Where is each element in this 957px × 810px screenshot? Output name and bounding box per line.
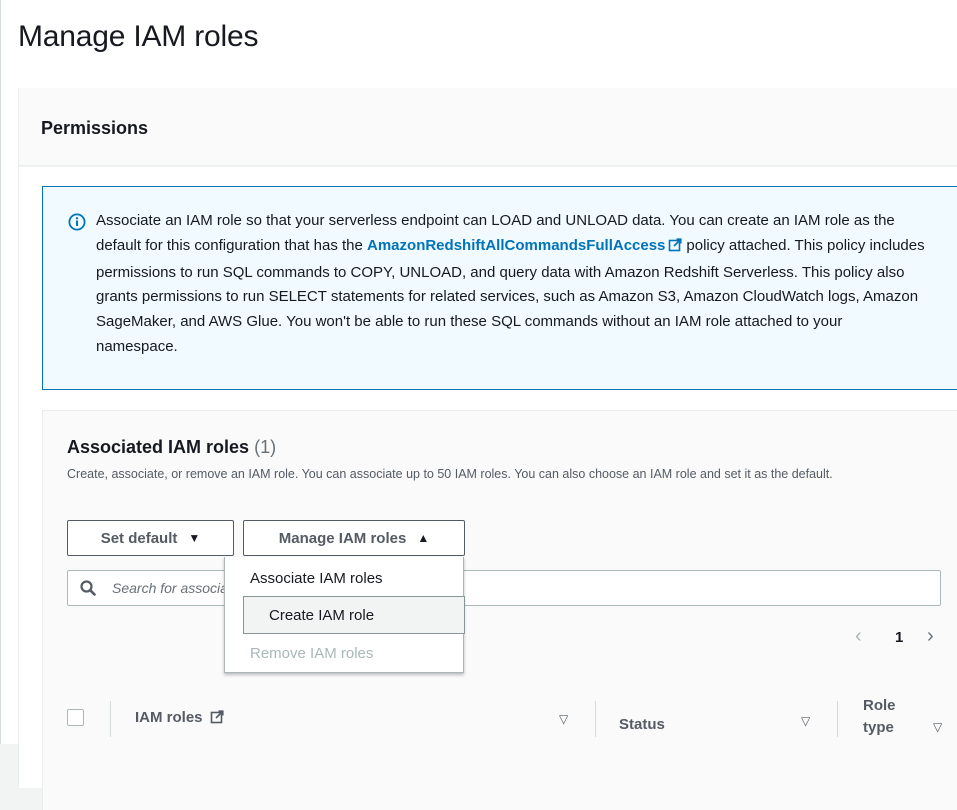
permissions-title: Permissions	[41, 118, 149, 138]
menu-item-remove-iam-roles: Remove IAM roles	[250, 644, 374, 662]
policy-link[interactable]: AmazonRedshiftAllCommandsFullAccess	[367, 237, 665, 254]
sort-down-icon[interactable]: ▽	[801, 714, 810, 728]
manage-iam-roles-menu: Associate IAM roles Create IAM role Remo…	[224, 557, 465, 673]
caret-up-icon: ▲	[417, 531, 430, 545]
search-box[interactable]	[67, 570, 941, 606]
sort-down-icon[interactable]: ▽	[559, 712, 568, 726]
permissions-container: Permissions Associate an IAM role so tha…	[18, 88, 957, 810]
associated-iam-roles-card: Associated IAM roles (1) Create, associa…	[42, 410, 957, 810]
pagination-page-1[interactable]: 1	[895, 629, 903, 646]
set-default-button[interactable]: Set default ▼	[67, 520, 234, 556]
associated-roles-title-text: Associated IAM roles	[67, 437, 250, 457]
permissions-body: Associate an IAM role so that your serve…	[19, 167, 957, 810]
column-divider	[837, 701, 838, 737]
menu-item-create-iam-role[interactable]: Create IAM role	[243, 596, 465, 634]
column-divider	[595, 701, 596, 737]
search-icon	[80, 580, 96, 601]
manage-iam-roles-button[interactable]: Manage IAM roles ▲	[243, 520, 465, 556]
sort-down-icon[interactable]: ▽	[933, 720, 942, 734]
select-all-checkbox[interactable]	[67, 709, 84, 726]
info-alert-text-after: policy attached. This policy includes pe…	[96, 236, 925, 355]
column-role-type[interactable]: Role type	[863, 695, 913, 739]
page-title: Manage IAM roles	[18, 20, 259, 53]
associated-roles-title: Associated IAM roles (1)	[67, 437, 276, 458]
column-divider	[110, 701, 111, 737]
info-alert: Associate an IAM role so that your serve…	[42, 186, 957, 390]
associated-roles-count: (1)	[254, 437, 277, 457]
info-circle-icon	[68, 213, 86, 231]
caret-down-icon: ▼	[188, 531, 201, 545]
pagination-prev-icon[interactable]: ‹	[855, 625, 862, 648]
manage-iam-roles-page: Manage IAM roles Permissions Associate a…	[0, 0, 957, 810]
set-default-label: Set default	[100, 529, 178, 547]
manage-iam-roles-label: Manage IAM roles	[278, 529, 407, 547]
info-alert-text: Associate an IAM role so that your serve…	[96, 209, 926, 360]
column-iam-roles[interactable]: IAM roles	[135, 709, 228, 728]
column-status[interactable]: Status	[619, 716, 665, 733]
column-iam-roles-label: IAM roles	[135, 709, 203, 726]
menu-item-associate-iam-roles[interactable]: Associate IAM roles	[225, 559, 463, 597]
external-link-icon	[210, 710, 224, 728]
external-link-icon[interactable]	[668, 236, 683, 261]
associated-roles-description: Create, associate, or remove an IAM role…	[67, 467, 833, 481]
permissions-header: Permissions	[19, 88, 957, 166]
pagination-next-icon[interactable]: ›	[927, 625, 934, 648]
